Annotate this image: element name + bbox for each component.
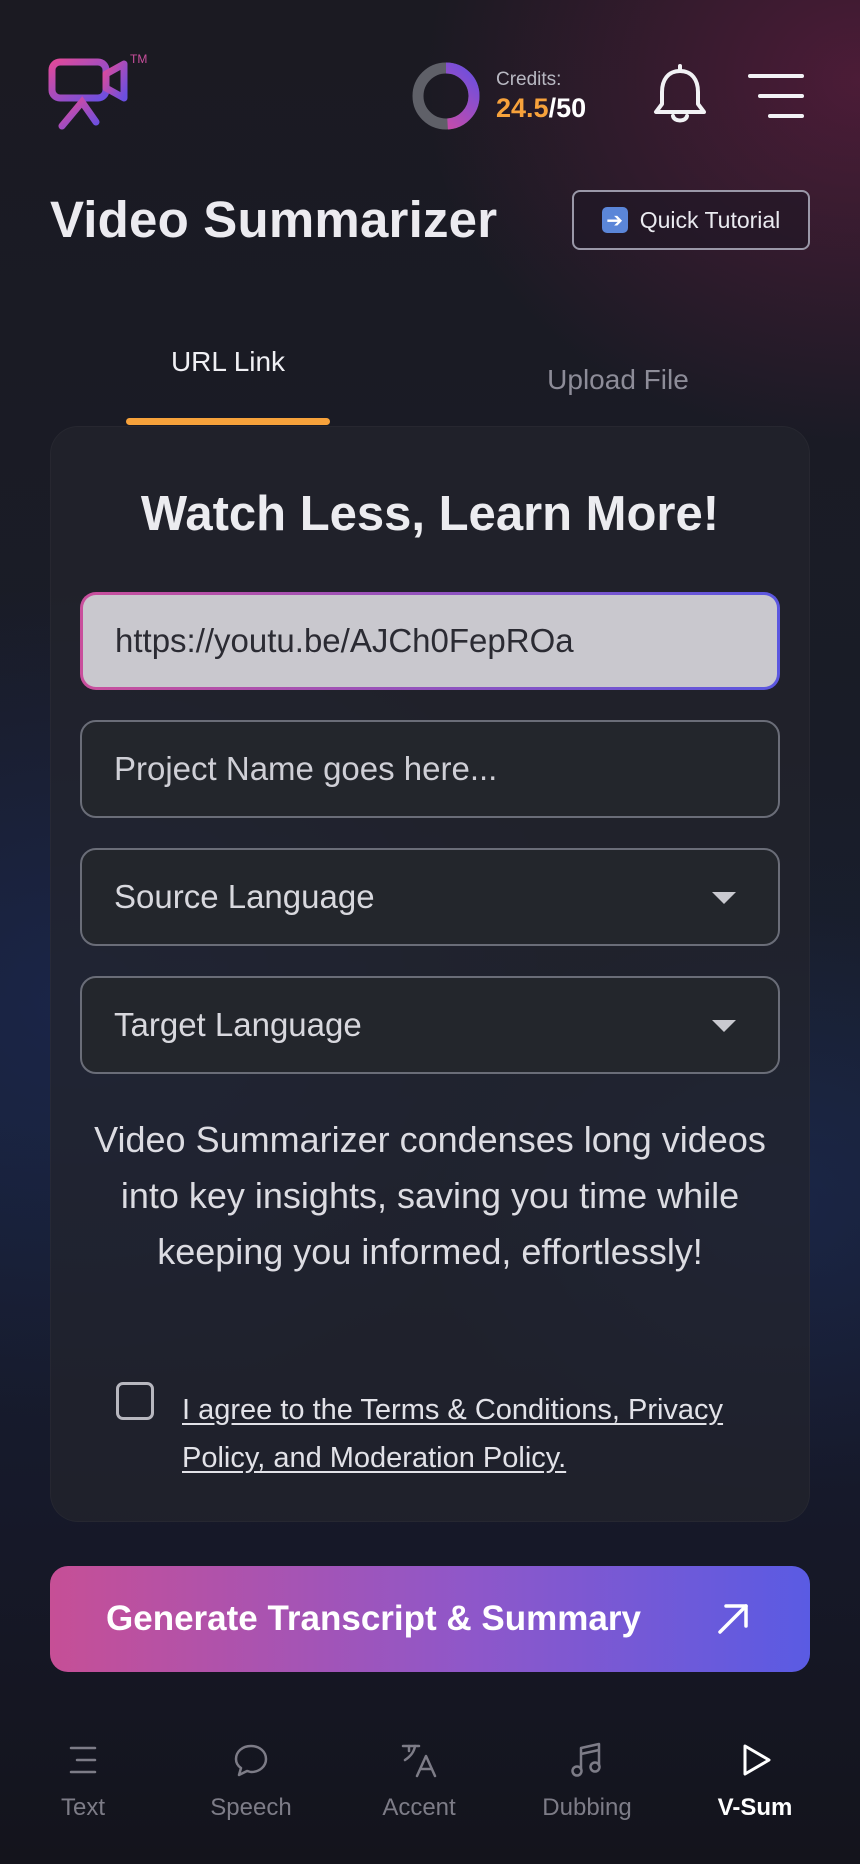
app-screen: TM Credits: 24.5/50 Video Summarizer ➔ Q…: [0, 0, 860, 1864]
hamburger-menu-icon[interactable]: [748, 72, 804, 120]
app-logo[interactable]: TM: [48, 52, 152, 132]
text-icon: [69, 1746, 97, 1774]
source-language-select[interactable]: Source Language: [80, 848, 780, 946]
translate-icon: [401, 1744, 437, 1778]
feature-description: Video Summarizer condenses long videos i…: [94, 1119, 766, 1272]
nav-label-dubbing: Dubbing: [542, 1794, 632, 1821]
source-language-label: Source Language: [114, 878, 375, 915]
page-title: Video Summarizer: [50, 191, 498, 248]
project-name-placeholder: Project Name goes here...: [114, 750, 498, 787]
nav-item-v-sum[interactable]: V-Sum: [680, 1740, 830, 1822]
terms-checkbox[interactable]: [116, 1382, 154, 1420]
notification-bell-icon[interactable]: [652, 64, 708, 126]
tab-url-link[interactable]: URL Link: [126, 346, 330, 378]
credits-label: Credits:: [496, 68, 562, 90]
chevron-down-icon: [712, 1020, 736, 1032]
nav-label-text: Text: [60, 1794, 105, 1821]
nav-item-accent[interactable]: Accent: [344, 1740, 494, 1822]
quick-tutorial-label: Quick Tutorial: [639, 206, 781, 233]
bottom-navigation: Text Speech Accent Dubbing V-Sum: [0, 1740, 860, 1850]
project-name-input[interactable]: Project Name goes here...: [80, 720, 780, 818]
credits-value: 24.5/50: [496, 93, 586, 124]
credits-total: /50: [548, 92, 587, 123]
tab-upload-file[interactable]: Upload File: [530, 364, 706, 396]
music-note-icon: [571, 1742, 601, 1777]
summarizer-form-card: Watch Less, Learn More! https://youtu.be…: [50, 426, 810, 1522]
terms-link[interactable]: I agree to the Terms & Conditions, Priva…: [182, 1386, 742, 1482]
nav-item-dubbing[interactable]: Dubbing: [512, 1740, 662, 1822]
nav-item-text[interactable]: Text: [8, 1740, 158, 1822]
nav-label-v-sum: V-Sum: [717, 1794, 793, 1821]
video-url-value: https://youtu.be/AJCh0FepROa: [115, 622, 574, 659]
chevron-down-icon: [712, 892, 736, 904]
target-language-label: Target Language: [114, 1006, 362, 1043]
nav-item-speech[interactable]: Speech: [176, 1740, 326, 1822]
play-icon: [743, 1744, 771, 1776]
form-heading: Watch Less, Learn More!: [140, 487, 720, 541]
speech-bubble-icon: [234, 1744, 268, 1777]
trademark-label: TM: [130, 52, 148, 66]
credits-used: 24.5: [496, 92, 549, 123]
video-url-input[interactable]: https://youtu.be/AJCh0FepROa: [80, 592, 780, 690]
nav-label-accent: Accent: [382, 1794, 456, 1821]
generate-summary-label: Generate Transcript & Summary: [106, 1599, 641, 1638]
quick-tutorial-button[interactable]: ➔ Quick Tutorial: [572, 190, 810, 250]
credits-indicator[interactable]: Credits: 24.5/50: [410, 60, 586, 132]
credits-progress-ring: [412, 62, 480, 130]
target-language-select[interactable]: Target Language: [80, 976, 780, 1074]
arrow-up-right-icon: [718, 1604, 748, 1634]
nav-label-speech: Speech: [210, 1794, 292, 1821]
active-tab-indicator: [126, 418, 330, 425]
arrow-right-icon: ➔: [601, 207, 628, 233]
generate-summary-button[interactable]: Generate Transcript & Summary: [50, 1566, 810, 1672]
